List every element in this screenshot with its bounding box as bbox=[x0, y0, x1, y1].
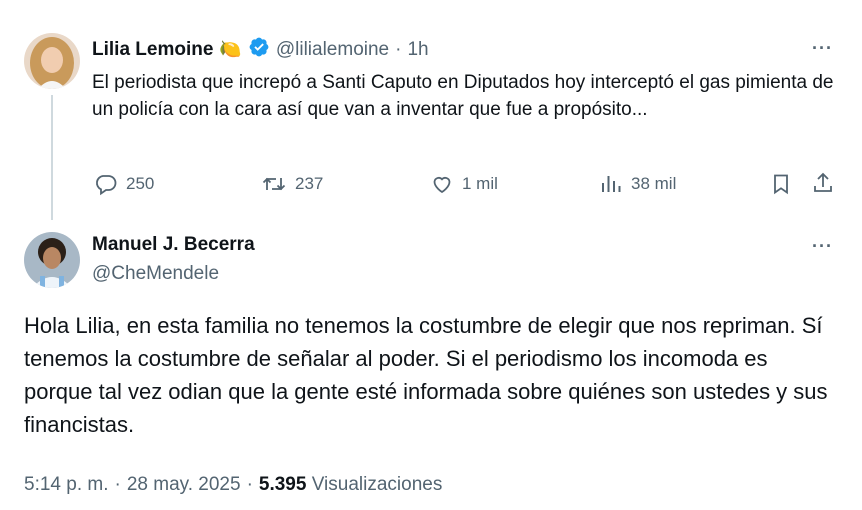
views-button[interactable]: 38 mil bbox=[599, 172, 676, 196]
author-handle[interactable]: @lilialemoine bbox=[276, 39, 389, 61]
like-icon bbox=[433, 176, 451, 194]
time-ago[interactable]: 1h bbox=[407, 39, 428, 61]
tweet-header: Lilia Lemoine 🍋 @lilialemoine · 1h bbox=[92, 36, 429, 63]
reply-count: 250 bbox=[126, 174, 155, 193]
thread-line bbox=[51, 95, 53, 220]
like-count: 1 mil bbox=[462, 174, 498, 193]
author-name[interactable]: Lilia Lemoine bbox=[92, 39, 213, 61]
reply-date[interactable]: 28 may. 2025 bbox=[127, 474, 241, 496]
reply-views-count: 5.395 bbox=[258, 474, 307, 495]
repost-button[interactable]: 237 bbox=[261, 172, 323, 196]
separator-dot: · bbox=[395, 38, 402, 60]
reply-icon bbox=[96, 175, 117, 196]
reply-views[interactable]: 5.395 Visualizaciones bbox=[259, 474, 442, 496]
avatar-lilia-image bbox=[24, 33, 80, 89]
views-icon bbox=[602, 176, 621, 192]
reply-views-label: Visualizaciones bbox=[311, 474, 443, 495]
views-count: 38 mil bbox=[631, 174, 677, 193]
share-button[interactable] bbox=[811, 171, 835, 200]
share-icon bbox=[814, 172, 832, 192]
verified-badge-icon bbox=[248, 36, 270, 63]
avatar-manuel-image bbox=[24, 232, 80, 288]
more-icon[interactable]: ··· bbox=[812, 38, 833, 59]
repost-icon bbox=[262, 177, 286, 191]
reply-more-icon[interactable]: ··· bbox=[812, 236, 833, 257]
reply-author-handle[interactable]: @CheMendele bbox=[92, 263, 219, 285]
like-button[interactable]: 1 mil bbox=[430, 172, 498, 196]
meta-separator-2: · bbox=[246, 474, 253, 495]
avatar-manuel[interactable] bbox=[24, 232, 80, 288]
meta-separator-1: · bbox=[114, 474, 121, 495]
reply-meta: 5:14 p. m. · 28 may. 2025 · 5.395 Visual… bbox=[24, 474, 442, 496]
reply-button[interactable]: 250 bbox=[94, 172, 154, 196]
tweet-text: El periodista que increpó a Santi Caputo… bbox=[92, 72, 834, 120]
bookmark-button[interactable] bbox=[769, 172, 793, 201]
author-emoji: 🍋 bbox=[219, 39, 242, 59]
bookmark-icon bbox=[774, 174, 788, 195]
avatar-lilia[interactable] bbox=[24, 33, 80, 89]
reply-author-name[interactable]: Manuel J. Becerra bbox=[92, 234, 255, 256]
reply-time[interactable]: 5:14 p. m. bbox=[24, 474, 109, 496]
reply-text: Hola Lilia, en esta familia no tenemos l… bbox=[24, 313, 828, 437]
repost-count: 237 bbox=[295, 174, 324, 193]
